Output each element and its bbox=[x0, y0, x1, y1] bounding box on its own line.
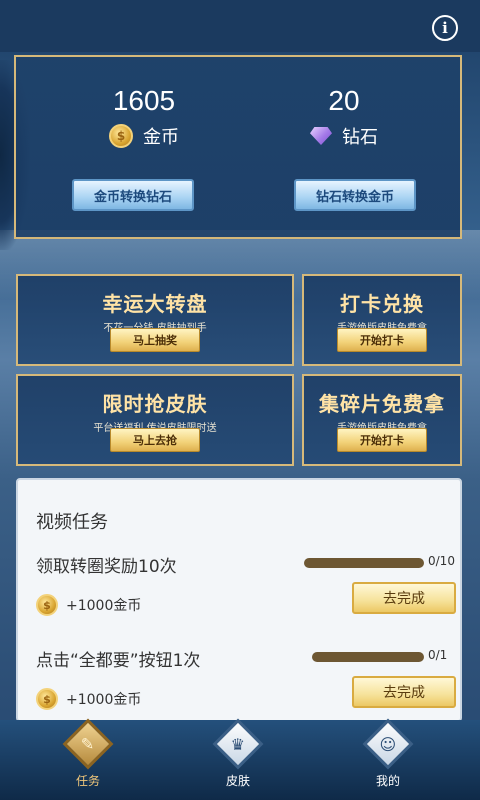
coin-icon: $ bbox=[109, 124, 133, 148]
task-progress-bar bbox=[312, 652, 424, 662]
go-complete-button[interactable]: 去完成 bbox=[352, 676, 456, 708]
task-progress-bar bbox=[304, 558, 424, 568]
tab-skin[interactable]: ♛ 皮肤 bbox=[198, 718, 278, 789]
tab-label: 皮肤 bbox=[225, 774, 250, 788]
coin-icon: $ bbox=[36, 688, 58, 710]
tab-mine[interactable]: ☺ 我的 bbox=[348, 718, 428, 789]
task-name: 点击“全都要”按钮1次 bbox=[36, 651, 201, 671]
diamond-balance-label: 钻石 bbox=[342, 127, 378, 148]
task-progress-count: 0/1 bbox=[428, 648, 448, 662]
limited-skin-card[interactable]: 限时抢皮肤 平台送福利 传说皮肤限时送 马上去抢 bbox=[16, 374, 294, 466]
coin-balance: 1605 $ 金币 bbox=[64, 85, 224, 149]
task-icon: ✎ bbox=[62, 718, 114, 770]
profile-icon: ☺ bbox=[362, 718, 414, 770]
go-complete-button[interactable]: 去完成 bbox=[352, 582, 456, 614]
collect-fragments-card[interactable]: 集碎片免费拿 手游绝版皮肤免费拿 开始打卡 bbox=[302, 374, 462, 466]
skin-icon: ♛ bbox=[212, 718, 264, 770]
card-title: 幸运大转盘 bbox=[102, 292, 208, 316]
card-title: 限时抢皮肤 bbox=[102, 392, 208, 416]
fragments-check-in-button[interactable]: 开始打卡 bbox=[337, 428, 427, 452]
grab-skin-button[interactable]: 马上去抢 bbox=[110, 428, 200, 452]
lucky-wheel-card[interactable]: 幸运大转盘 不花一分钱 皮肤抽到手 马上抽奖 bbox=[16, 274, 294, 366]
coin-balance-label-row: $ 金币 bbox=[64, 123, 224, 149]
wallet-panel: 1605 $ 金币 20 钻石 金币转换钻石 钻石转换金币 bbox=[14, 55, 462, 239]
diamond-to-coin-button[interactable]: 钻石转换金币 bbox=[294, 179, 416, 211]
bottom-tab-bar: ✎ 任务 ♛ 皮肤 ☺ 我的 bbox=[0, 718, 480, 800]
task-reward-text: +1000金币 bbox=[66, 598, 142, 614]
coin-balance-value: 1605 bbox=[112, 85, 176, 116]
task-reward-text: +1000金币 bbox=[66, 692, 142, 708]
task-name: 领取转圈奖励10次 bbox=[36, 557, 177, 577]
task-progress-count: 0/10 bbox=[428, 554, 455, 568]
top-bar: i bbox=[0, 0, 480, 52]
check-in-exchange-card[interactable]: 打卡兑换 手游绝版皮肤免费拿 开始打卡 bbox=[302, 274, 462, 366]
task-heading: 视频任务 bbox=[36, 512, 108, 533]
diamond-balance-value: 20 bbox=[328, 85, 360, 116]
check-in-button[interactable]: 开始打卡 bbox=[337, 328, 427, 352]
diamond-balance-label-row: 钻石 bbox=[264, 123, 424, 149]
tab-label: 任务 bbox=[75, 774, 100, 788]
coin-to-diamond-button[interactable]: 金币转换钻石 bbox=[72, 179, 194, 211]
video-task-panel: 视频任务 领取转圈奖励10次 0/10 $ +1000金币 去完成 点击“全都要… bbox=[16, 478, 462, 722]
task-reward: $ +1000金币 bbox=[36, 594, 141, 616]
diamond-icon bbox=[310, 127, 332, 145]
card-title: 打卡兑换 bbox=[340, 292, 424, 316]
coin-icon: $ bbox=[36, 594, 58, 616]
tab-task[interactable]: ✎ 任务 bbox=[48, 718, 128, 789]
coin-balance-label: 金币 bbox=[143, 127, 179, 148]
diamond-balance: 20 钻石 bbox=[264, 85, 424, 149]
card-title: 集碎片免费拿 bbox=[319, 392, 445, 416]
task-reward: $ +1000金币 bbox=[36, 688, 141, 710]
info-icon[interactable]: i bbox=[432, 15, 458, 41]
tab-label: 我的 bbox=[375, 774, 400, 788]
lucky-wheel-button[interactable]: 马上抽奖 bbox=[110, 328, 200, 352]
